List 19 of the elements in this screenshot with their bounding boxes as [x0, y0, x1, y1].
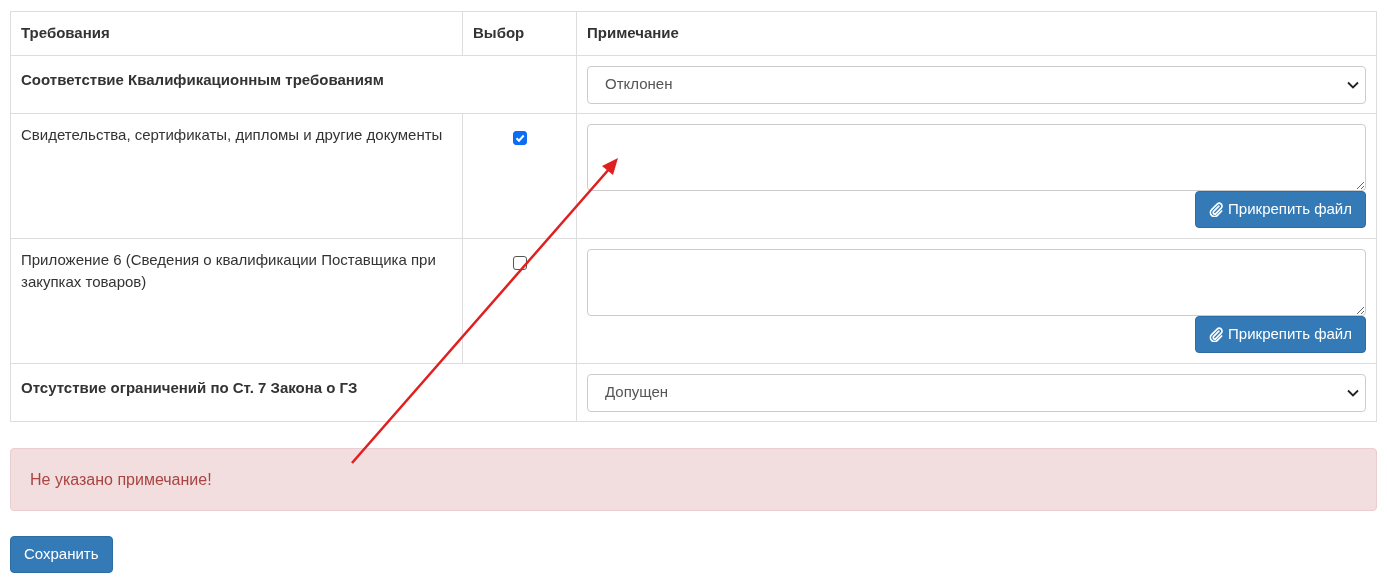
column-header: Выбор: [473, 24, 525, 42]
checkbox[interactable]: [512, 256, 527, 270]
column-header: Примечание: [587, 24, 679, 42]
checkbox[interactable]: [512, 131, 527, 145]
requirement-label: Приложение 6 (Сведения о квалификации Поставщика при закупках товаров): [21, 251, 436, 290]
paperclip-icon: [1209, 327, 1225, 342]
attach-file-button[interactable]: Прикрепить файл: [1195, 316, 1366, 353]
chevron-down-icon: [1347, 80, 1359, 89]
status-select[interactable]: Допущен: [587, 373, 1366, 412]
attach-file-button[interactable]: Прикрепить файл: [1195, 191, 1366, 228]
error-alert: Не указано примечание!: [10, 448, 1377, 511]
requirement-group-label: Соответствие Квалификационным требованиям: [21, 71, 384, 88]
save-button[interactable]: Сохранить: [10, 536, 113, 573]
requirement-label: Свидетельства, сертификаты, дипломы и другие документы: [21, 126, 443, 143]
chevron-down-icon: [1347, 388, 1359, 397]
requirement-group-label: Отсутствие ограничений по Ст. 7 Закона о ГЗ: [21, 379, 358, 396]
column-header: Требования: [21, 24, 110, 42]
paperclip-icon: [1209, 202, 1225, 217]
status-select[interactable]: Отклонен: [587, 65, 1366, 104]
